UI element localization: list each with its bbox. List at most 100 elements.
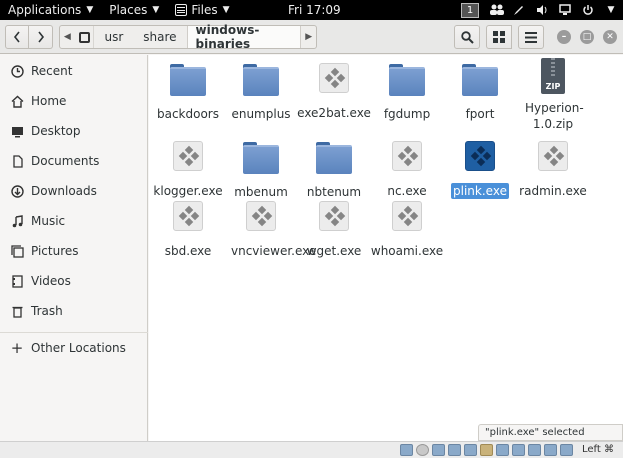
file-item[interactable]: nbtenum xyxy=(295,138,373,200)
folder-icon xyxy=(243,64,279,96)
optical-drive-icon[interactable] xyxy=(416,444,429,456)
file-item[interactable]: fport xyxy=(441,60,519,122)
network-adapter-icon[interactable] xyxy=(448,444,461,456)
file-item[interactable]: whoami.exe xyxy=(368,198,446,259)
file-item[interactable]: klogger.exe xyxy=(149,138,227,199)
back-button[interactable] xyxy=(5,25,29,49)
path-scroll-right-icon[interactable]: ▶ xyxy=(301,26,316,48)
root-drive-button[interactable] xyxy=(75,26,95,48)
places-menu[interactable]: Places ▼ xyxy=(101,0,167,20)
file-item[interactable]: vncviewer.exe xyxy=(222,198,316,259)
hard-disk-icon[interactable] xyxy=(400,444,413,456)
executable-icon xyxy=(538,141,568,171)
file-item[interactable]: nc.exe xyxy=(368,138,446,199)
sidebar-item-home[interactable]: Home xyxy=(0,86,148,116)
executable-icon xyxy=(173,201,203,231)
sidebar-item-recent[interactable]: Recent xyxy=(0,56,148,86)
sidebar-item-pictures[interactable]: Pictures xyxy=(0,236,148,266)
clock-icon xyxy=(10,64,24,78)
host-key-label: Left ⌘ xyxy=(582,444,614,455)
executable-icon xyxy=(173,141,203,171)
sidebar-item-label: Music xyxy=(31,214,66,228)
sidebar-item-downloads[interactable]: Downloads xyxy=(0,176,148,206)
music-icon xyxy=(10,214,24,228)
file-name: enumplus xyxy=(231,107,291,121)
videos-icon xyxy=(10,274,24,288)
chevron-right-icon xyxy=(37,31,44,43)
path-segment-windows-binaries[interactable]: windows-binaries xyxy=(186,23,302,51)
sidebar-item-trash[interactable]: Trash xyxy=(0,296,148,326)
desktop-icon xyxy=(10,124,24,138)
maximize-icon: □ xyxy=(582,32,592,42)
usb-icon[interactable] xyxy=(464,444,477,456)
files-app-menu[interactable]: Files ▼ xyxy=(167,0,237,20)
file-item[interactable]: radmin.exe xyxy=(514,138,592,199)
display-icon[interactable] xyxy=(496,444,509,456)
chevron-left-icon xyxy=(13,31,20,43)
sidebar-item-desktop[interactable]: Desktop xyxy=(0,116,148,146)
caret-down-icon[interactable]: ▼ xyxy=(605,4,617,16)
file-name: whoami.exe xyxy=(370,244,444,258)
audio-icon[interactable] xyxy=(432,444,445,456)
file-item[interactable]: enumplus xyxy=(222,60,300,122)
keyboard-icon[interactable] xyxy=(560,444,573,456)
executable-icon xyxy=(246,201,276,231)
close-button[interactable]: ✕ xyxy=(603,30,617,44)
folder-icon xyxy=(316,142,352,174)
path-bar: ◀ usr share windows-binaries ▶ xyxy=(59,23,317,51)
executable-icon xyxy=(392,141,422,171)
path-segment-share[interactable]: share xyxy=(133,26,186,48)
path-scroll-left-icon[interactable]: ◀ xyxy=(60,26,75,48)
file-name: klogger.exe xyxy=(153,184,223,198)
cpu-icon[interactable] xyxy=(528,444,541,456)
headerbar: ◀ usr share windows-binaries ▶ – □ ✕ xyxy=(0,20,623,54)
network-icon[interactable] xyxy=(559,4,571,16)
trash-icon xyxy=(10,304,24,318)
power-icon[interactable] xyxy=(582,4,594,16)
sidebar-item-label: Pictures xyxy=(31,244,79,258)
file-name: fgdump xyxy=(383,107,431,121)
clock[interactable]: Fri 17:09 xyxy=(288,3,341,17)
sidebar-item-music[interactable]: Music xyxy=(0,206,148,236)
file-item-selected[interactable]: plink.exe xyxy=(441,138,519,199)
file-item[interactable]: mbenum xyxy=(222,138,300,200)
files-label: Files xyxy=(191,3,218,17)
file-item[interactable]: ZIP Hyperion-1.0.zip xyxy=(514,58,592,132)
maximize-button[interactable]: □ xyxy=(580,30,594,44)
mouse-integration-icon[interactable] xyxy=(544,444,557,456)
folder-icon xyxy=(170,64,206,96)
search-button[interactable] xyxy=(454,25,480,49)
users-icon[interactable] xyxy=(490,4,504,16)
sidebar-item-label: Downloads xyxy=(31,184,97,198)
video-capture-icon[interactable] xyxy=(512,444,525,456)
forward-button[interactable] xyxy=(29,25,53,49)
file-item[interactable]: sbd.exe xyxy=(149,198,227,259)
minimize-button[interactable]: – xyxy=(557,30,571,44)
view-mode-button[interactable] xyxy=(486,25,512,49)
system-tray[interactable]: 1 ▼ xyxy=(461,0,617,20)
executable-icon xyxy=(319,63,349,93)
shared-folders-icon[interactable] xyxy=(480,444,493,456)
speaker-icon[interactable] xyxy=(536,4,548,16)
virtualbox-status-bar: Left ⌘ xyxy=(0,441,623,458)
sidebar-item-documents[interactable]: Documents xyxy=(0,146,148,176)
plus-icon: + xyxy=(10,339,24,357)
executable-icon xyxy=(319,201,349,231)
pen-icon[interactable] xyxy=(513,4,525,16)
file-item[interactable]: exe2bat.exe xyxy=(295,60,373,121)
minimize-icon: – xyxy=(561,32,567,42)
pictures-icon xyxy=(10,244,24,258)
applications-menu[interactable]: Applications ▼ xyxy=(0,0,101,20)
workspace-indicator[interactable]: 1 xyxy=(461,2,479,18)
sidebar-item-other-locations[interactable]: + Other Locations xyxy=(0,333,148,363)
sidebar-item-label: Videos xyxy=(31,274,71,288)
vm-device-icons xyxy=(400,444,573,456)
path-segment-usr[interactable]: usr xyxy=(94,26,133,48)
file-item[interactable]: wget.exe xyxy=(295,198,373,259)
folder-icon xyxy=(462,64,498,96)
grid-view-icon xyxy=(493,31,505,43)
file-item[interactable]: fgdump xyxy=(368,60,446,122)
menu-button[interactable] xyxy=(518,25,544,49)
file-item[interactable]: backdoors xyxy=(149,60,227,122)
sidebar-item-videos[interactable]: Videos xyxy=(0,266,148,296)
